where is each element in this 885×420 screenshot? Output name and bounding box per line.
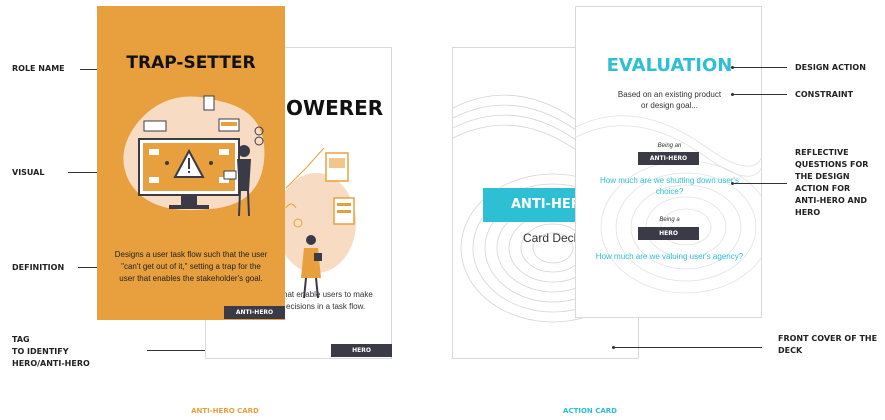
constraint-label: CONSTRAINT xyxy=(795,90,854,99)
anti-hero-question-line1: How much are we shutting down user's xyxy=(600,176,739,185)
evaluation-anti-hero-tag: ANTI-HERO xyxy=(638,152,699,165)
empowerer-definition-line1: hat enable users to make xyxy=(283,290,373,299)
being-an-text: Being an xyxy=(657,143,682,149)
evaluation-constraint-line2: or design goal... xyxy=(641,101,698,110)
tag-label-line2: TO IDENTIFY xyxy=(12,347,69,356)
being-a-text: Being a xyxy=(659,217,680,223)
anti-hero-card-caption: ANTI-HERO CARD xyxy=(191,407,259,415)
hero-question: How much are we valuing user's agency? xyxy=(595,252,744,261)
role-name-label: ROLE NAME xyxy=(12,64,65,73)
trap-setter-illustration xyxy=(123,95,265,217)
reflective-label-line5: ANTI-HERO AND xyxy=(795,196,868,205)
empowerer-illustration xyxy=(276,147,356,299)
reflective-label-line2: QUESTIONS FOR xyxy=(795,160,869,169)
reflective-label-line3: THE DESIGN xyxy=(795,172,850,181)
empowerer-card-title: OWERER xyxy=(286,96,384,120)
constraint-leader-line xyxy=(733,94,787,95)
design-action-leader-line xyxy=(733,67,787,68)
trap-definition-line2: "can't get out of it," setting a trap fo… xyxy=(121,262,261,271)
trap-definition-line1: Designs a user task flow such that the u… xyxy=(114,250,268,259)
anti-hero-tag: ANTI-HERO xyxy=(224,306,285,319)
reflective-label-line6: HERO xyxy=(795,208,821,217)
tag-label-line3: HERO/ANTI-HERO xyxy=(12,359,90,368)
definition-label: DEFINITION xyxy=(12,263,65,272)
trap-definition-line3: user that enables the stakeholder's goal… xyxy=(119,274,263,283)
reflective-label-line4: ACTION FOR xyxy=(795,184,851,193)
anti-hero-question-line2: choice? xyxy=(655,187,684,196)
tag-label-line1: TAG xyxy=(12,335,30,344)
reflective-leader-line xyxy=(733,183,787,184)
front-cover-label-line2: DECK xyxy=(778,346,803,355)
deck-cover-subtitle: Card Deck xyxy=(523,231,580,245)
visual-label: VISUAL xyxy=(12,168,45,177)
trap-setter-card-title: TRAP-SETTER xyxy=(126,53,256,73)
front-cover-label-line1: FRONT COVER OF THE xyxy=(778,334,878,343)
evaluation-card: EVALUATION Based on an existing product … xyxy=(575,6,762,318)
evaluation-hero-tag: HERO xyxy=(638,227,699,240)
design-action-label: DESIGN ACTION xyxy=(795,63,866,72)
action-card-caption: ACTION CARD xyxy=(563,407,617,415)
reflective-label-line1: REFLECTIVE xyxy=(795,148,849,157)
hero-tag: HERO xyxy=(331,344,392,357)
trap-setter-card: TRAP-SETTER Designs a user task flow suc… xyxy=(97,6,285,320)
front-cover-leader-line xyxy=(614,347,762,348)
empowerer-definition-line2: ecisions in a task flow. xyxy=(286,302,366,311)
evaluation-card-title: EVALUATION xyxy=(606,55,733,76)
